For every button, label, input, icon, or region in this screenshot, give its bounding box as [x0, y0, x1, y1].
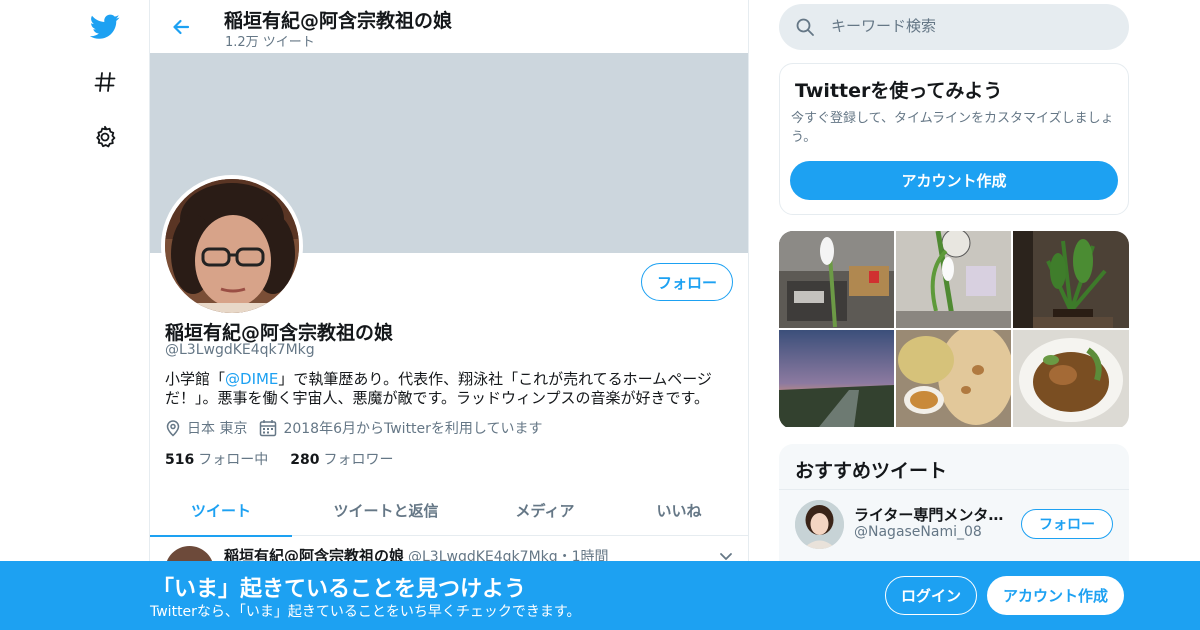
bottom-banner-title: 「いま」起きていることを見つけよう [152, 577, 527, 602]
recommended-user-avatar[interactable] [795, 500, 844, 549]
profile-meta: 日本 東京 2018年6月からTwitterを利用しています [165, 418, 555, 438]
header-tweet-count: 1.2万 ツイート [225, 35, 315, 50]
profile-avatar[interactable] [161, 175, 303, 317]
login-button[interactable]: ログイン [885, 576, 977, 615]
profile-location: 日本 東京 [187, 421, 248, 437]
gear-icon[interactable] [88, 120, 122, 154]
gallery-photo-ikebana[interactable] [1013, 231, 1129, 328]
follow-button[interactable]: フォロー [641, 263, 733, 301]
hashtag-icon[interactable] [88, 65, 122, 99]
followers-link[interactable]: 280 フォロワー [290, 449, 393, 469]
search-box[interactable] [779, 4, 1129, 50]
profile-column: 稲垣有紀@阿含宗教祖の娘 1.2万 ツイート フォロー 稲垣有紀@阿含宗教祖の娘… [149, 0, 749, 630]
profile-header: 稲垣有紀@阿含宗教祖の娘 1.2万 ツイート [150, 0, 748, 53]
gallery-photo-sunset[interactable] [779, 330, 894, 427]
bottom-signup-banner: 「いま」起きていることを見つけよう Twitterなら、「いま」起きていることを… [0, 561, 1200, 630]
following-link[interactable]: 516 フォロー中 [165, 449, 268, 469]
profile-bio: 小学館「@DIME」で執筆歴あり。代表作、翔泳社「これが売れてるホームページだ！… [165, 370, 735, 408]
signup-button[interactable]: アカウント作成 [987, 576, 1124, 615]
divider [779, 489, 1129, 490]
tab-tweets[interactable]: ツイート [150, 484, 292, 537]
tab-likes[interactable]: いいね [610, 484, 748, 536]
following-label: フォロー中 [198, 452, 269, 468]
following-count: 516 [165, 452, 195, 468]
signup-card-title: Twitterを使ってみよう [795, 80, 1003, 102]
profile-handle: @L3LwgdKE4qk7Mkg [165, 342, 315, 358]
gallery-photo-room[interactable] [779, 231, 894, 328]
signup-card-description: 今すぐ登録して、タイムラインをカスタマイズしましょう。 [791, 111, 1114, 145]
back-button[interactable] [166, 12, 196, 42]
calendar-icon [260, 420, 277, 437]
bio-mention-link[interactable]: @DIME [225, 370, 278, 388]
tab-media[interactable]: メディア [480, 484, 610, 536]
bio-text-start: 小学館「 [165, 370, 226, 388]
gallery-photo-naan-curry[interactable] [896, 330, 1011, 427]
gallery-photo-soup[interactable] [1013, 330, 1129, 427]
follow-counts: 516 フォロー中 280 フォロワー [165, 449, 415, 469]
header-title: 稲垣有紀@阿含宗教祖の娘 [224, 10, 453, 32]
create-account-button[interactable]: アカウント作成 [790, 161, 1118, 200]
recommended-follow-button[interactable]: フォロー [1021, 509, 1113, 539]
gallery-photo-plant-clock[interactable] [896, 231, 1011, 328]
profile-tabs: ツイート ツイートと返信 メディア いいね [150, 484, 748, 537]
profile-joined-date: 2018年6月からTwitterを利用しています [283, 421, 543, 437]
signup-card: Twitterを使ってみよう 今すぐ登録して、タイムラインをカスタマイズしましょ… [779, 63, 1129, 215]
recommended-user-name[interactable]: ライター専門メンタ… [854, 504, 1004, 525]
recommended-user-handle: @NagaseNami_08 [854, 524, 982, 540]
profile-name: 稲垣有紀@阿含宗教祖の娘 [165, 322, 394, 344]
search-icon [796, 18, 814, 36]
recommended-title: おすすめツイート [795, 460, 948, 482]
media-gallery [779, 231, 1129, 429]
arrow-left-icon [173, 19, 190, 35]
search-input[interactable] [829, 16, 1109, 36]
bottom-banner-subtitle: Twitterなら、「いま」起きていることをいち早くチェックできます。 [150, 604, 581, 620]
tab-tweets-and-replies[interactable]: ツイートと返信 [292, 484, 480, 536]
location-pin-icon [166, 420, 180, 437]
followers-count: 280 [290, 452, 320, 468]
twitter-logo-icon[interactable] [88, 10, 122, 44]
followers-label: フォロワー [323, 452, 394, 468]
